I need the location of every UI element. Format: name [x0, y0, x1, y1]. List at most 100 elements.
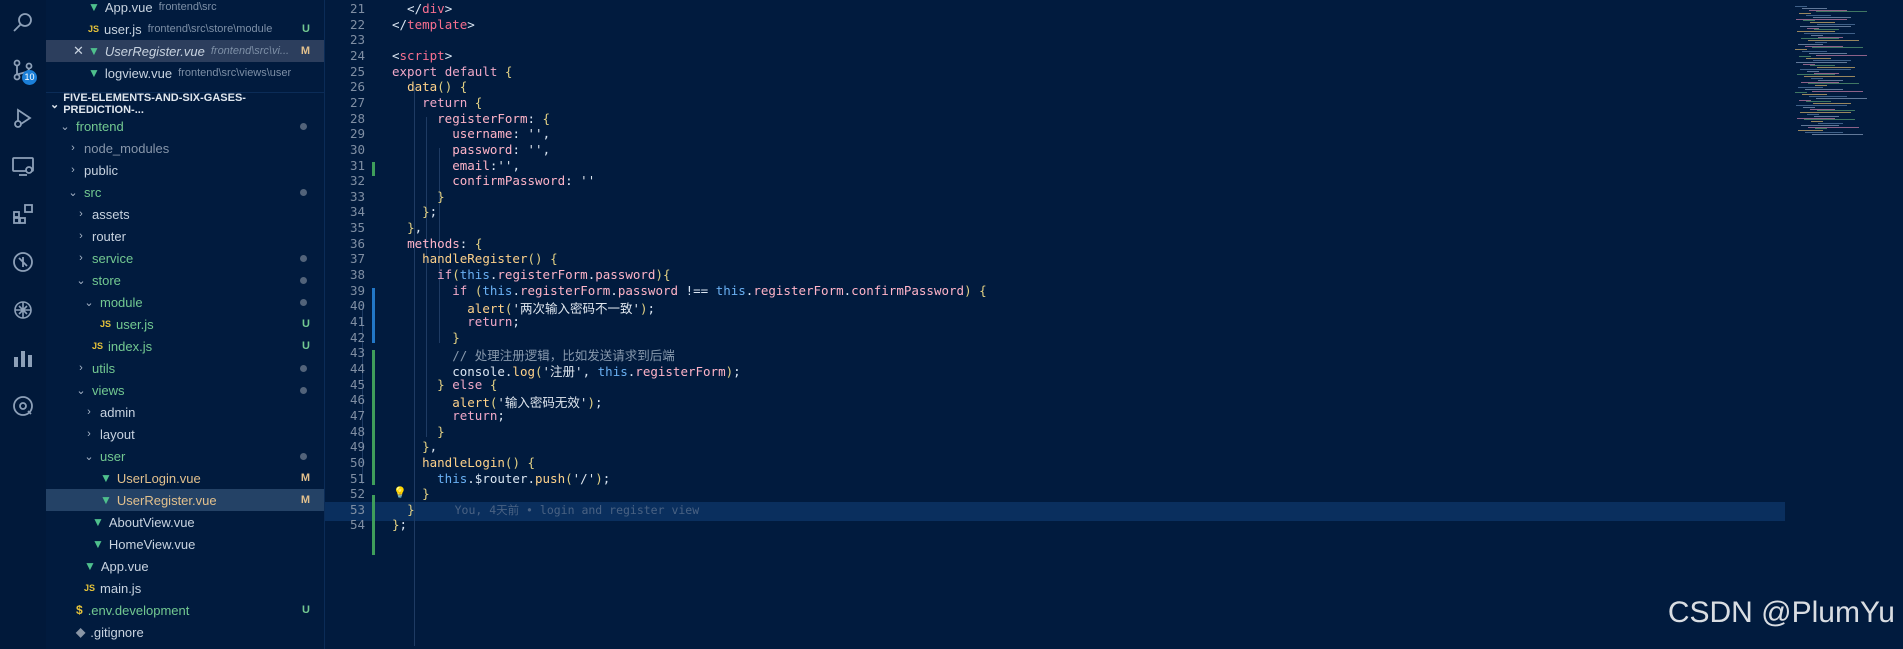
code-line[interactable]: email:'',	[392, 158, 520, 173]
line-number: 39	[349, 282, 365, 298]
vue-file-icon: ▼	[88, 0, 100, 14]
tree-item[interactable]: JS index.js U	[46, 335, 324, 357]
code-line[interactable]: if (this.registerForm.password !== this.…	[392, 283, 986, 298]
tree-item[interactable]: JS user.js U	[46, 313, 324, 335]
code-line[interactable]: },	[392, 439, 437, 454]
code-line[interactable]: } else {	[392, 377, 497, 392]
code-line[interactable]: };	[392, 517, 407, 532]
tree-item[interactable]: ◆ .gitignore	[46, 621, 324, 643]
tree-item-label: public	[84, 162, 118, 178]
modified-dot-icon	[300, 254, 307, 262]
search-icon[interactable]	[0, 2, 46, 42]
js-file-icon: JS	[88, 24, 100, 34]
line-number: 31	[349, 157, 365, 173]
code-line[interactable]: } You, 4天前 • login and register view	[392, 502, 699, 518]
code-line[interactable]: },	[392, 220, 422, 235]
line-number: 37	[349, 251, 365, 267]
tree-item-label: views	[92, 382, 125, 398]
open-editor-item[interactable]: ▼ logview.vue frontend\src\views\user	[46, 62, 324, 84]
code-line[interactable]: <script>	[392, 48, 452, 63]
open-editor-name: user.js	[104, 21, 142, 37]
tree-item[interactable]: › router	[46, 225, 324, 247]
tree-item[interactable]: ▼ App.vue	[46, 555, 324, 577]
lightbulb-icon[interactable]: 💡	[393, 486, 407, 499]
tree-item-label: frontend	[76, 118, 124, 134]
tree-item[interactable]: › node_modules	[46, 137, 324, 159]
extensions-icon[interactable]	[0, 194, 46, 234]
code-line[interactable]: return;	[392, 408, 505, 423]
tree-item[interactable]: ⌄ src	[46, 181, 324, 203]
code-line[interactable]: username: '',	[392, 126, 550, 141]
tree-item[interactable]: › assets	[46, 203, 324, 225]
tree-item-label: admin	[100, 404, 136, 420]
tree-item-label: router	[92, 228, 126, 244]
project-section-header[interactable]: ⌄ FIVE-ELEMENTS-AND-SIX-GASES-PREDICTION…	[46, 92, 324, 116]
code-line[interactable]: registerForm: {	[392, 111, 550, 126]
line-number: 22	[349, 16, 365, 32]
code-line[interactable]: </div>	[392, 1, 452, 16]
code-line[interactable]: }	[392, 424, 445, 439]
tree-item[interactable]: ⌄ module	[46, 291, 324, 313]
tree-item[interactable]: ⌄ user	[46, 445, 324, 467]
run-debug-icon[interactable]	[0, 98, 46, 138]
chevron-down-icon: ⌄	[60, 120, 70, 133]
code-line[interactable]: this.$router.push('/');	[392, 471, 610, 486]
source-control-icon[interactable]: 10	[0, 50, 46, 90]
code-line[interactable]: if(this.registerForm.password){	[392, 267, 670, 282]
code-line[interactable]: password: '',	[392, 142, 550, 157]
git-change-gutter	[372, 350, 375, 485]
code-line[interactable]: methods: {	[392, 236, 482, 251]
code-line[interactable]: handleLogin() {	[392, 455, 535, 470]
git-status-badge: M	[300, 494, 310, 506]
vue-file-icon: ▼	[100, 471, 112, 485]
openai-icon[interactable]	[0, 290, 46, 330]
tree-item[interactable]: › admin	[46, 401, 324, 423]
code-line[interactable]: }	[392, 330, 460, 345]
modified-dot-icon	[300, 122, 307, 130]
chevron-right-icon: ›	[87, 428, 91, 440]
tree-item[interactable]: JS main.js	[46, 577, 324, 599]
code-line[interactable]: data() {	[392, 79, 467, 94]
chart-icon[interactable]	[0, 338, 46, 378]
code-line[interactable]: handleRegister() {	[392, 251, 557, 266]
js-file-icon: JS	[92, 341, 104, 351]
chevron-right-icon: ›	[87, 406, 91, 418]
tree-item[interactable]: ▼ UserLogin.vue M	[46, 467, 324, 489]
open-editor-item[interactable]: ✕ ▼ UserRegister.vue frontend\src\vi... M	[46, 40, 324, 62]
tree-item[interactable]: › utils	[46, 357, 324, 379]
tree-item[interactable]: › public	[46, 159, 324, 181]
tree-item-label: node_modules	[84, 140, 170, 156]
tree-item[interactable]: ⌄ views	[46, 379, 324, 401]
line-number: 32	[349, 173, 365, 189]
code-line[interactable]: </template>	[392, 17, 475, 32]
open-editor-item[interactable]: ▼ App.vue frontend\src	[46, 0, 324, 18]
docker-icon[interactable]	[0, 386, 46, 426]
open-editor-path: frontend\src\store\module	[147, 23, 273, 35]
line-number: 40	[349, 298, 365, 314]
line-number: 23	[349, 32, 365, 48]
code-line[interactable]: }	[392, 189, 445, 204]
line-number: 42	[349, 329, 365, 345]
tree-item[interactable]: ⌄ store	[46, 269, 324, 291]
tree-item[interactable]: ▼ HomeView.vue	[46, 533, 324, 555]
code-line[interactable]: };	[392, 204, 437, 219]
minimap[interactable]	[1787, 0, 1903, 649]
tree-item[interactable]: ⌄ frontend	[46, 115, 324, 137]
project-title: FIVE-ELEMENTS-AND-SIX-GASES-PREDICTION-.…	[63, 92, 246, 116]
code-editor[interactable]: 21 </div> 22 </template> 23 24 <script> 25 expo…	[325, 0, 1903, 649]
tree-item[interactable]: ▼ UserRegister.vue M	[46, 489, 324, 511]
tree-item[interactable]: › service	[46, 247, 324, 269]
activity-bar: 10	[0, 0, 46, 649]
code-line[interactable]: confirmPassword: ''	[392, 173, 595, 188]
git-blame-annotation: You, 4天前 • login and register view	[454, 502, 700, 517]
close-icon[interactable]: ✕	[73, 43, 84, 59]
code-line[interactable]: return {	[392, 95, 482, 110]
tree-item[interactable]: › layout	[46, 423, 324, 445]
open-editor-item[interactable]: JS user.js frontend\src\store\module U	[46, 18, 324, 40]
tree-item[interactable]: ▼ AboutView.vue	[46, 511, 324, 533]
timeline-icon[interactable]	[0, 242, 46, 282]
code-line[interactable]: return;	[392, 314, 520, 329]
remote-explorer-icon[interactable]	[0, 146, 46, 186]
code-line[interactable]: export default {	[392, 64, 512, 79]
tree-item[interactable]: $ .env.development U	[46, 599, 324, 621]
